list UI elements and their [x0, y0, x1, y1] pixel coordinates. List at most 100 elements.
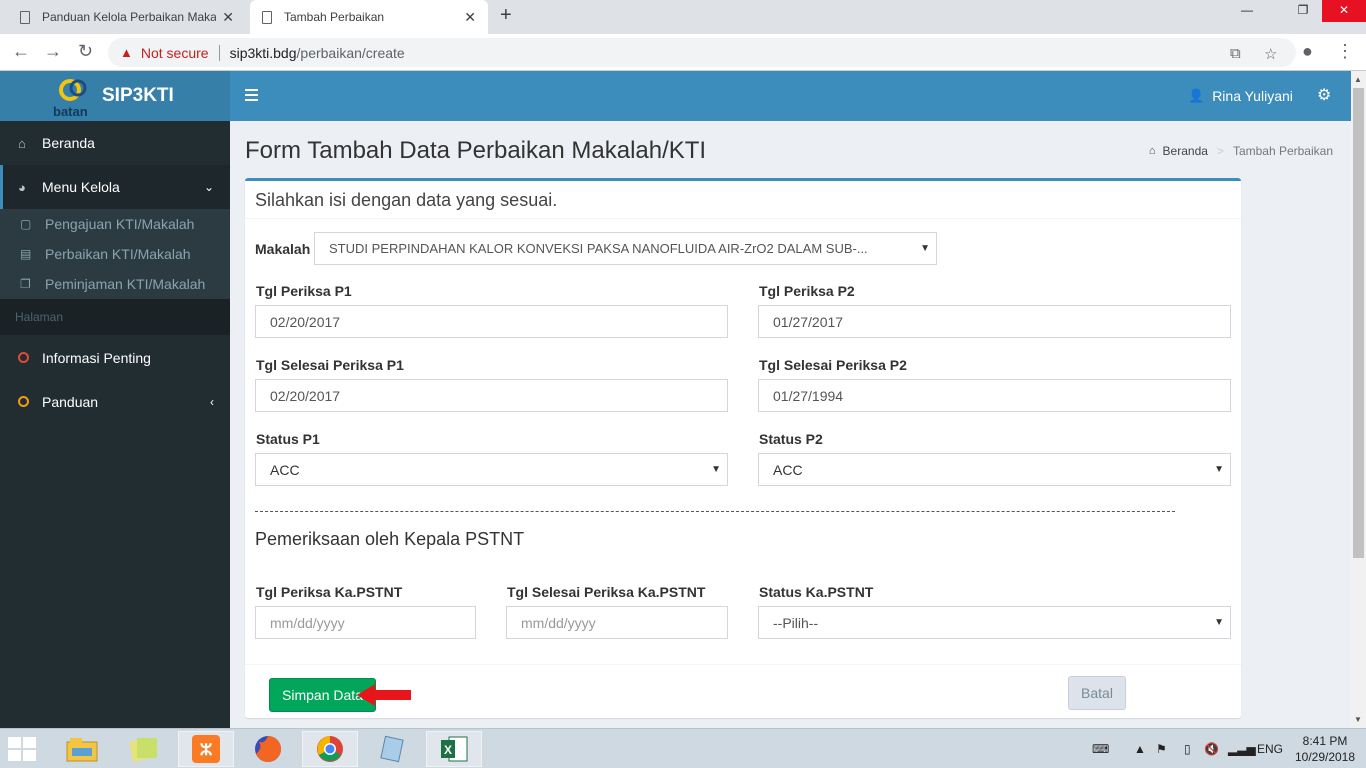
forward-arrow-icon[interactable]: →	[44, 41, 62, 62]
user-menu[interactable]: 👤 Rina Yuliyani	[1188, 88, 1293, 104]
sidebar-item-perbaikan[interactable]: ▤ Perbaikan KTI/Makalah	[0, 239, 230, 269]
sidebar-item-peminjaman[interactable]: ❐ Peminjaman KTI/Makalah	[0, 269, 230, 299]
tgl-selesai-p1-input[interactable]: 02/20/2017	[255, 379, 728, 412]
sidebar-toggle-icon[interactable]	[245, 89, 258, 104]
cancel-button[interactable]: Batal	[1068, 676, 1126, 710]
status-p1-label: Status P1	[256, 431, 320, 447]
tgl-selesai-p2-input[interactable]: 01/27/1994	[758, 379, 1231, 412]
status-p1-select[interactable]: ACC ▼	[255, 453, 728, 486]
sidebar-item-label: Menu Kelola	[42, 179, 120, 195]
windows-taskbar: ⵣ X ⌨ ▲ ⚑ ▯ 🔇 ▂▃▅ ENG 8:41 PM 10/29/2018	[0, 728, 1366, 768]
sticky-notes-icon[interactable]	[116, 731, 172, 767]
main-content: Form Tambah Data Perbaikan Makalah/KTI ⌂…	[230, 121, 1351, 728]
url-host: sip3kti.bdg	[229, 44, 297, 61]
sidebar-item-label: Informasi Penting	[42, 350, 151, 366]
clock[interactable]: 8:41 PM 10/29/2018	[1290, 733, 1360, 765]
breadcrumb-separator: >	[1216, 144, 1224, 158]
language-indicator[interactable]: ENG	[1257, 729, 1283, 768]
new-tab-button[interactable]: +	[500, 4, 512, 27]
tgl-selesai-ka-label: Tgl Selesai Periksa Ka.PSTNT	[507, 584, 706, 600]
browser-tab-bar: Panduan Kelola Perbaikan Makal ✕ Tambah …	[0, 0, 1366, 34]
sidebar-item-pengajuan[interactable]: ▢ Pengajuan KTI/Makalah	[0, 209, 230, 239]
browser-tab-tambah-perbaikan[interactable]: Tambah Perbaikan ✕	[250, 0, 488, 34]
sidebar-item-label: Panduan	[42, 394, 99, 410]
reload-icon[interactable]: ↻	[78, 41, 93, 62]
tgl-periksa-p1-input[interactable]: 02/20/2017	[255, 305, 728, 338]
tgl-periksa-ka-label: Tgl Periksa Ka.PSTNT	[256, 584, 403, 600]
close-window-button[interactable]: ✕	[1322, 0, 1366, 22]
breadcrumb-current: Tambah Perbaikan	[1232, 144, 1333, 158]
caret-down-icon: ▼	[1214, 464, 1224, 475]
warning-icon: ▲	[120, 45, 133, 60]
document-icon	[262, 10, 272, 24]
status-p2-label: Status P2	[759, 431, 823, 447]
dashboard-icon: ◕	[18, 179, 26, 195]
star-icon[interactable]: ☆	[1264, 45, 1277, 63]
omnibox[interactable]: ▲ Not secure sip3kti.bdg/perbaikan/creat…	[108, 38, 1296, 67]
file-explorer-icon[interactable]	[54, 731, 110, 767]
breadcrumb: ⌂ Beranda > Tambah Perbaikan	[1149, 144, 1333, 158]
network-icon[interactable]: ▂▃▅	[1228, 729, 1256, 768]
home-icon: ⌂	[18, 135, 26, 151]
browser-tab-panduan[interactable]: Panduan Kelola Perbaikan Makal ✕	[8, 0, 246, 34]
status-p2-select[interactable]: ACC ▼	[758, 453, 1231, 486]
form-footer: Simpan Data Batal	[245, 664, 1241, 721]
gears-icon[interactable]: ⚙	[1317, 85, 1331, 105]
makalah-select[interactable]: STUDI PERPINDAHAN KALOR KONVEKSI PAKSA N…	[314, 232, 937, 265]
user-icon: 👤	[1188, 88, 1205, 103]
close-tab-icon[interactable]: ✕	[464, 9, 476, 26]
status-p1-value: ACC	[270, 461, 300, 478]
battery-icon[interactable]: ▯	[1184, 729, 1191, 768]
scroll-up-icon[interactable]: ▲	[1354, 75, 1362, 84]
sidebar-item-panduan[interactable]: Panduan ‹	[0, 380, 230, 424]
volume-muted-icon[interactable]: 🔇	[1204, 729, 1219, 768]
notepad-icon[interactable]	[364, 731, 420, 767]
file-icon: ▢	[20, 217, 32, 231]
sidebar-item-informasi-penting[interactable]: Informasi Penting	[0, 336, 230, 380]
chrome-icon[interactable]	[302, 731, 358, 767]
circle-yellow-icon	[18, 395, 42, 410]
sidebar-item-beranda[interactable]: ⌂ Beranda	[0, 121, 230, 165]
page-scrollbar[interactable]: ▲ ▼	[1351, 71, 1366, 728]
dashed-divider	[255, 511, 1175, 512]
sidebar-item-menu-kelola[interactable]: ◕ Menu Kelola ⌄	[0, 165, 230, 209]
account-icon[interactable]: ●	[1302, 41, 1313, 62]
app-name: SIP3KTI	[102, 85, 174, 106]
scroll-thumb[interactable]	[1353, 88, 1364, 558]
tgl-periksa-ka-input[interactable]: mm/dd/yyyy	[255, 606, 476, 639]
security-label[interactable]: Not secure	[141, 45, 209, 61]
logo-area[interactable]: batan SIP3KTI	[0, 71, 230, 121]
sidebar-item-label: Perbaikan KTI/Makalah	[45, 246, 191, 262]
menu-dots-icon[interactable]: ⋮	[1336, 41, 1354, 62]
scroll-down-icon[interactable]: ▼	[1354, 715, 1362, 724]
batan-logo-icon	[59, 79, 87, 101]
excel-icon[interactable]: X	[426, 731, 482, 767]
chevron-up-icon[interactable]: ▲	[1134, 729, 1146, 768]
flag-icon[interactable]: ⚑	[1156, 729, 1167, 768]
back-arrow-icon[interactable]: ←	[12, 41, 30, 62]
page-title: Form Tambah Data Perbaikan Makalah/KTI	[245, 137, 707, 164]
breadcrumb-home[interactable]: Beranda	[1163, 144, 1208, 158]
windows-start-icon[interactable]	[8, 737, 36, 761]
xampp-icon[interactable]: ⵣ	[178, 731, 234, 767]
keyboard-icon[interactable]: ⌨	[1092, 729, 1109, 768]
sub-menu: ▢ Pengajuan KTI/Makalah ▤ Perbaikan KTI/…	[0, 209, 230, 299]
address-bar-row: ← → ↻ ▲ Not secure sip3kti.bdg/perbaikan…	[0, 34, 1366, 71]
tab-title: Tambah Perbaikan	[284, 10, 385, 24]
svg-text:X: X	[444, 743, 452, 757]
minimize-button[interactable]: —	[1232, 0, 1262, 22]
form-header: Silahkan isi dengan data yang sesuai.	[245, 181, 1241, 219]
sidebar-section-header: Halaman	[0, 299, 230, 335]
url-text[interactable]: sip3kti.bdg/perbaikan/create	[230, 45, 405, 61]
status-ka-select[interactable]: --Pilih-- ▼	[758, 606, 1231, 639]
firefox-icon[interactable]	[240, 731, 296, 767]
circle-red-icon	[18, 351, 42, 366]
divider	[218, 44, 220, 61]
annotation-arrow-icon	[357, 684, 411, 706]
tgl-periksa-p2-input[interactable]: 01/27/2017	[758, 305, 1231, 338]
maximize-button[interactable]: ❐	[1288, 0, 1318, 22]
close-tab-icon[interactable]: ✕	[222, 9, 234, 26]
tgl-selesai-ka-input[interactable]: mm/dd/yyyy	[506, 606, 728, 639]
translate-icon[interactable]: ⧉	[1230, 45, 1241, 62]
caret-down-icon: ▼	[1214, 617, 1224, 628]
